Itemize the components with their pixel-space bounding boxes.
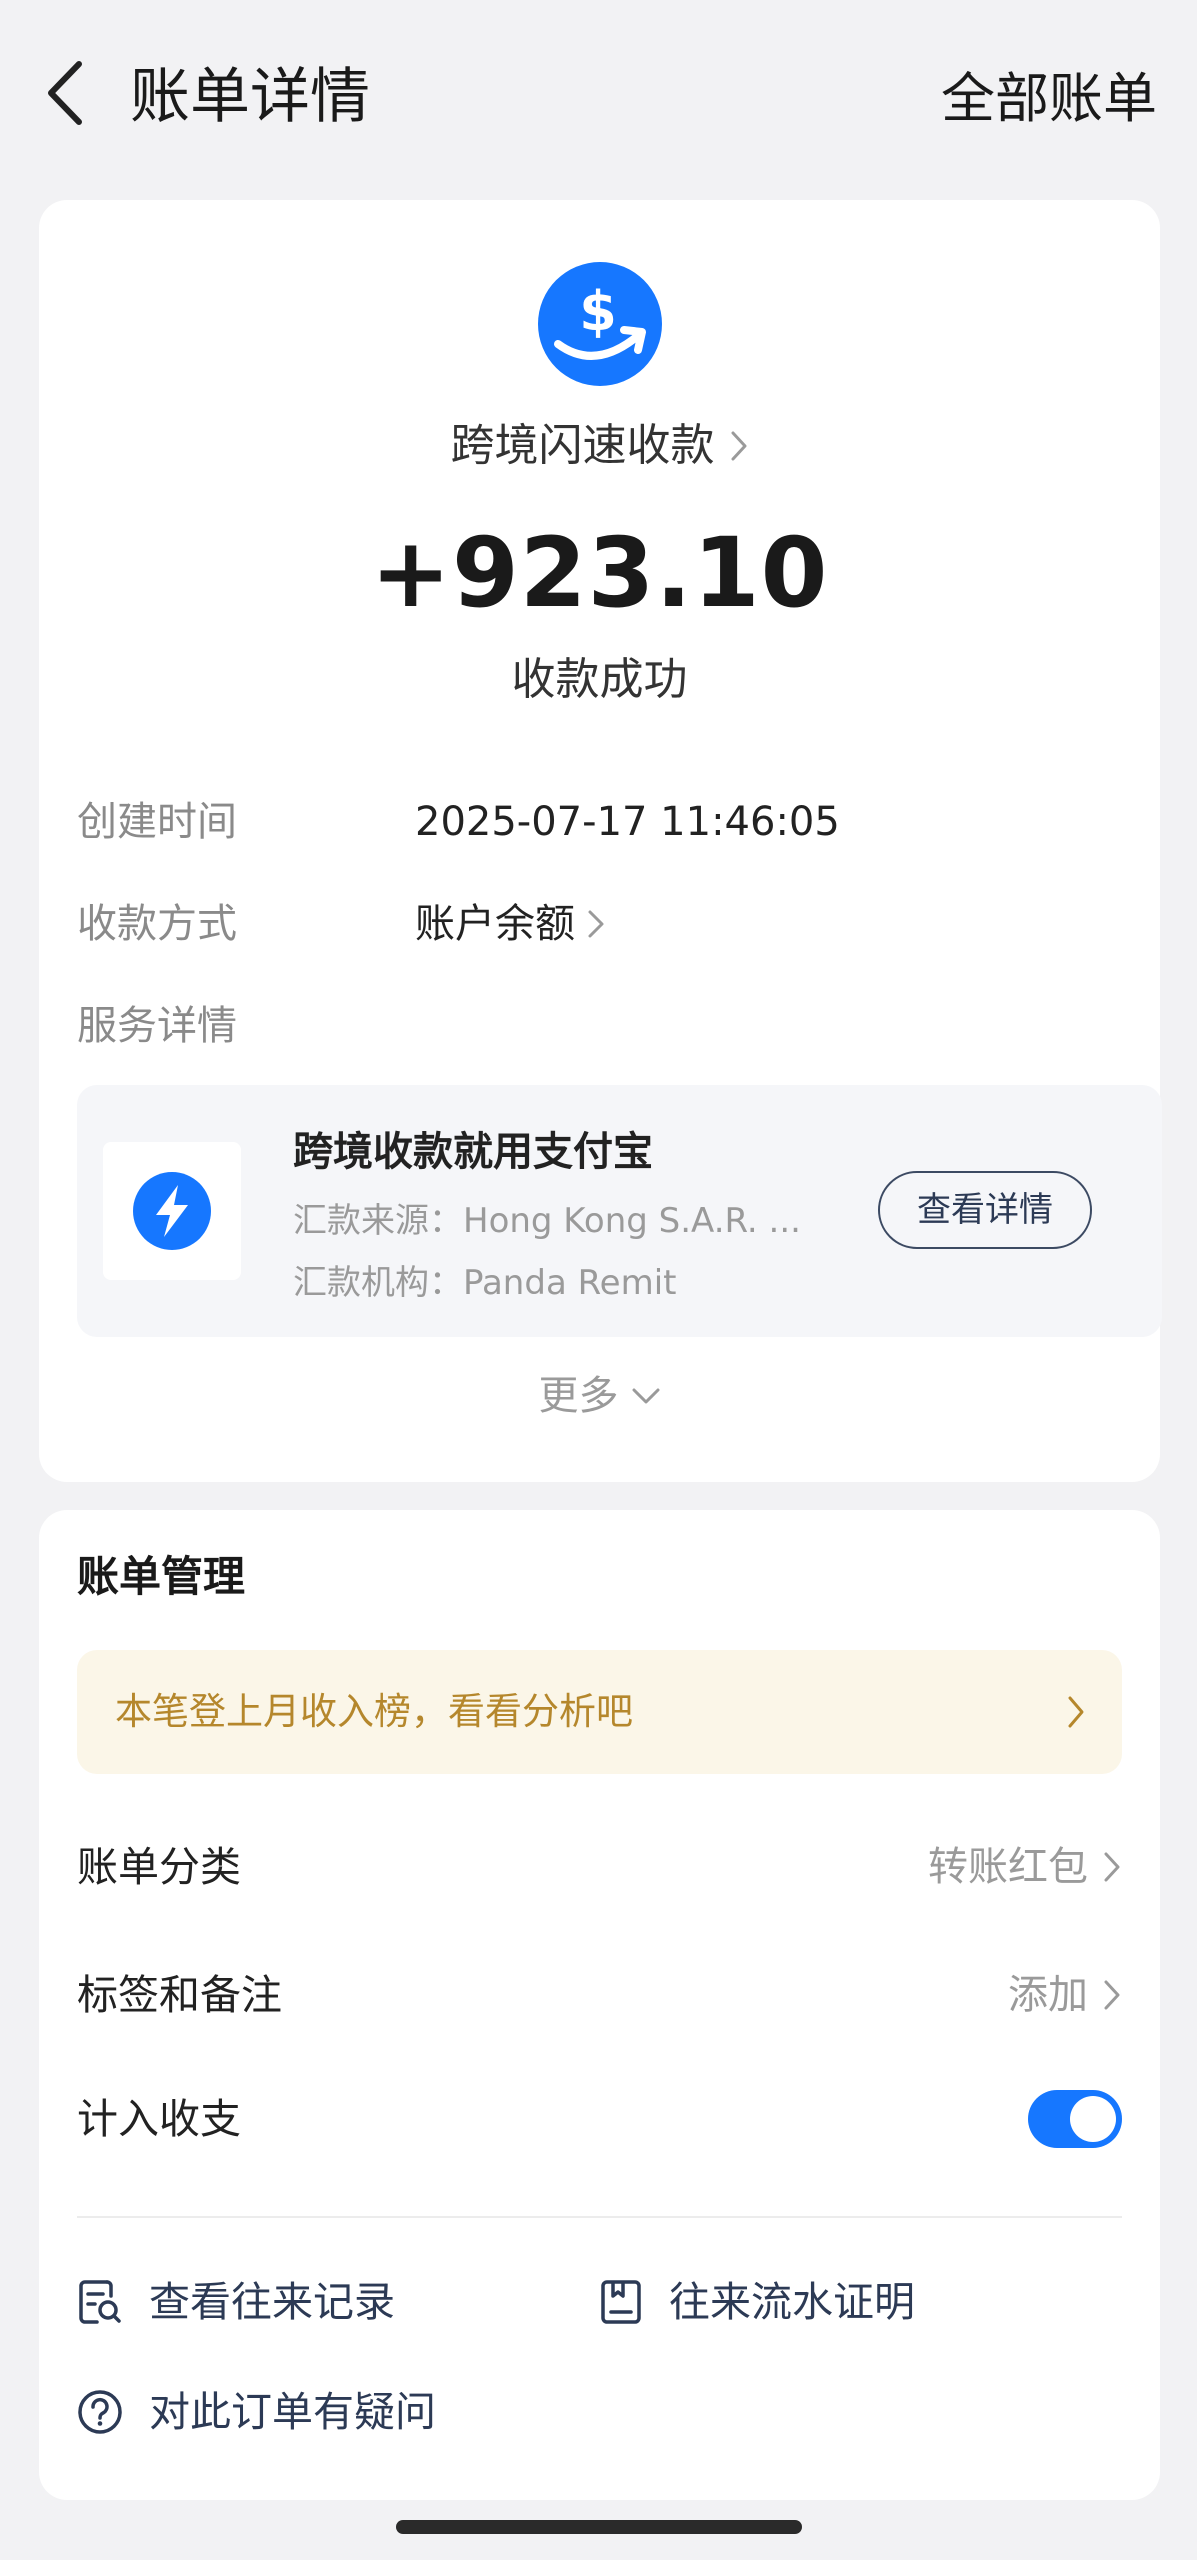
chevron-left-icon <box>48 61 82 125</box>
bill-management-card: 账单管理 本笔登上月收入榜，看看分析吧 账单分类 转账红包 标签和备注 添加 计… <box>39 1510 1160 2500</box>
remittance-institution: 汇款机构：Panda Remit <box>293 1263 677 1303</box>
count-in-balance-row: 计入收支 <box>77 2084 1122 2154</box>
remittance-source: 汇款来源：Hong Kong S.A.R. ... <box>293 1201 801 1241</box>
more-label: 更多 <box>538 1373 619 1419</box>
status-text: 收款成功 <box>511 654 688 705</box>
tags-notes-row[interactable]: 标签和备注 添加 <box>77 1960 1122 2030</box>
service-details-row: 服务详情 <box>77 996 1127 1056</box>
service-logo <box>103 1142 241 1280</box>
view-history-link[interactable]: 查看往来记录 <box>77 2272 395 2332</box>
chevron-right-icon <box>1068 1696 1084 1728</box>
bill-category-value: 转账红包 <box>928 1844 1088 1890</box>
document-icon <box>601 2280 641 2324</box>
count-in-balance-toggle[interactable] <box>1028 2090 1122 2148</box>
back-button[interactable] <box>30 58 100 128</box>
payment-method-value: 账户余额 <box>415 901 575 947</box>
service-card: 跨境收款就用支付宝 汇款来源：Hong Kong S.A.R. ... 汇款机构… <box>77 1085 1162 1337</box>
created-time-row: 创建时间 2025-07-17 11:46:05 <box>77 792 1127 852</box>
chevron-right-icon <box>588 910 604 938</box>
banner-text: 本笔登上月收入榜，看看分析吧 <box>115 1690 633 1733</box>
tags-notes-label: 标签和备注 <box>77 1971 282 2019</box>
transaction-proof-label: 往来流水证明 <box>669 2278 915 2326</box>
section-title: 账单管理 <box>77 1552 246 1601</box>
question-circle-icon <box>78 2390 122 2434</box>
all-bills-link[interactable]: 全部账单 <box>941 66 1157 132</box>
divider <box>77 2216 1122 2218</box>
business-name: 跨境闪速收款 <box>450 420 715 471</box>
bill-category-row[interactable]: 账单分类 转账红包 <box>77 1832 1122 1902</box>
home-indicator <box>396 2520 802 2534</box>
lightning-icon <box>133 1172 211 1250</box>
transaction-proof-link[interactable]: 往来流水证明 <box>599 2272 915 2332</box>
order-question-label: 对此订单有疑问 <box>149 2388 436 2436</box>
order-question-link[interactable]: 对此订单有疑问 <box>77 2382 436 2442</box>
svg-text:$: $ <box>579 280 617 343</box>
business-name-link[interactable]: 跨境闪速收款 <box>39 418 1160 474</box>
view-details-button[interactable]: 查看详情 <box>878 1171 1092 1249</box>
toggle-knob <box>1070 2096 1116 2142</box>
payment-method-row: 收款方式 账户余额 <box>77 894 1127 954</box>
income-ranking-banner[interactable]: 本笔登上月收入榜，看看分析吧 <box>77 1650 1122 1774</box>
bill-summary-card: $ 跨境闪速收款 +923.10 收款成功 创建时间 2025-07-17 11… <box>39 200 1162 1482</box>
chevron-down-icon <box>632 1388 659 1404</box>
count-in-balance-label: 计入收支 <box>77 2095 241 2143</box>
service-details-label: 服务详情 <box>77 1003 237 1049</box>
view-history-label: 查看往来记录 <box>149 2278 395 2326</box>
tags-notes-value: 添加 <box>1008 1972 1088 2018</box>
service-title: 跨境收款就用支付宝 <box>293 1129 653 1175</box>
payment-method-label: 收款方式 <box>77 901 237 947</box>
bill-category-label: 账单分类 <box>77 1843 241 1891</box>
header: 账单详情 全部账单 <box>0 0 1197 190</box>
amount: +923.10 <box>370 517 829 629</box>
created-time-label: 创建时间 <box>77 799 237 845</box>
dollar-arrow-icon: $ <box>538 262 662 386</box>
chevron-right-icon <box>731 431 746 461</box>
payment-method-link[interactable]: 账户余额 <box>415 894 605 954</box>
chevron-right-icon <box>1104 1852 1120 1882</box>
chevron-right-icon <box>1104 1980 1120 2010</box>
page-title: 账单详情 <box>130 62 370 132</box>
more-toggle[interactable]: 更多 <box>39 1368 1160 1424</box>
created-time-value: 2025-07-17 11:46:05 <box>415 799 840 845</box>
record-search-icon <box>79 2280 121 2324</box>
